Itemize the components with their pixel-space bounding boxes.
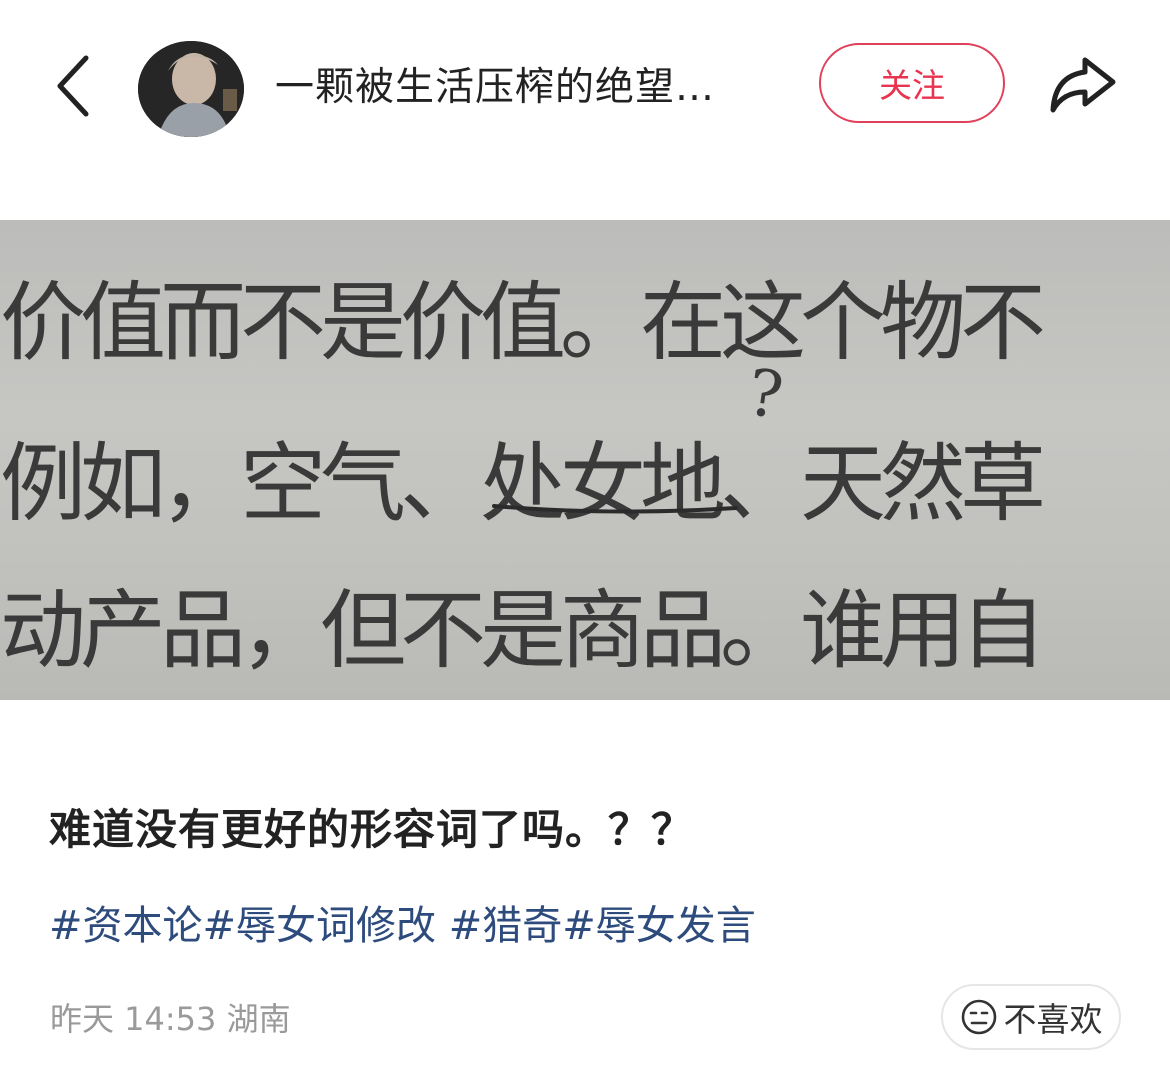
post-title: 难道没有更好的形容词了吗。？？ (49, 805, 695, 854)
share-button[interactable] (1045, 52, 1121, 118)
handwritten-underline (492, 504, 738, 514)
tag-misogynistic-word-edit[interactable]: #辱女词修改 (203, 903, 449, 949)
back-button[interactable] (48, 50, 108, 120)
avatar-image (138, 41, 244, 137)
author-name[interactable]: 一颗被生活压榨的绝望… (275, 60, 775, 116)
dislike-button[interactable]: 不喜欢 (941, 984, 1121, 1050)
tag-curiosity[interactable]: #猎奇 (449, 903, 563, 949)
tag-misogynistic-speech[interactable]: #辱女发言 (562, 903, 756, 949)
photo-text-line-1: 价值而不是价值。在这个物不 (0, 273, 1046, 373)
neutral-face-icon (961, 999, 996, 1035)
dislike-label: 不喜欢 (1003, 1000, 1103, 1039)
photo-text-line-3: 动产品，但不是商品。谁用自 (0, 581, 1046, 681)
post-header: 一颗被生活压榨的绝望… 关注 (0, 0, 1170, 175)
chevron-left-icon (57, 55, 89, 117)
author-avatar[interactable] (138, 41, 244, 137)
post-meta: 昨天 14:53 湖南 (50, 1000, 291, 1038)
post-photo[interactable]: 价值而不是价值。在这个物不 例如，空气、处女地、天然草 动产品，但不是商品。谁用… (0, 220, 1170, 700)
tag-list: #资本论#辱女词修改 #猎奇#辱女发言 (49, 893, 756, 951)
share-arrow-icon (1050, 57, 1116, 113)
follow-button[interactable]: 关注 (819, 43, 1005, 123)
tag-capital[interactable]: #资本论 (49, 903, 203, 949)
